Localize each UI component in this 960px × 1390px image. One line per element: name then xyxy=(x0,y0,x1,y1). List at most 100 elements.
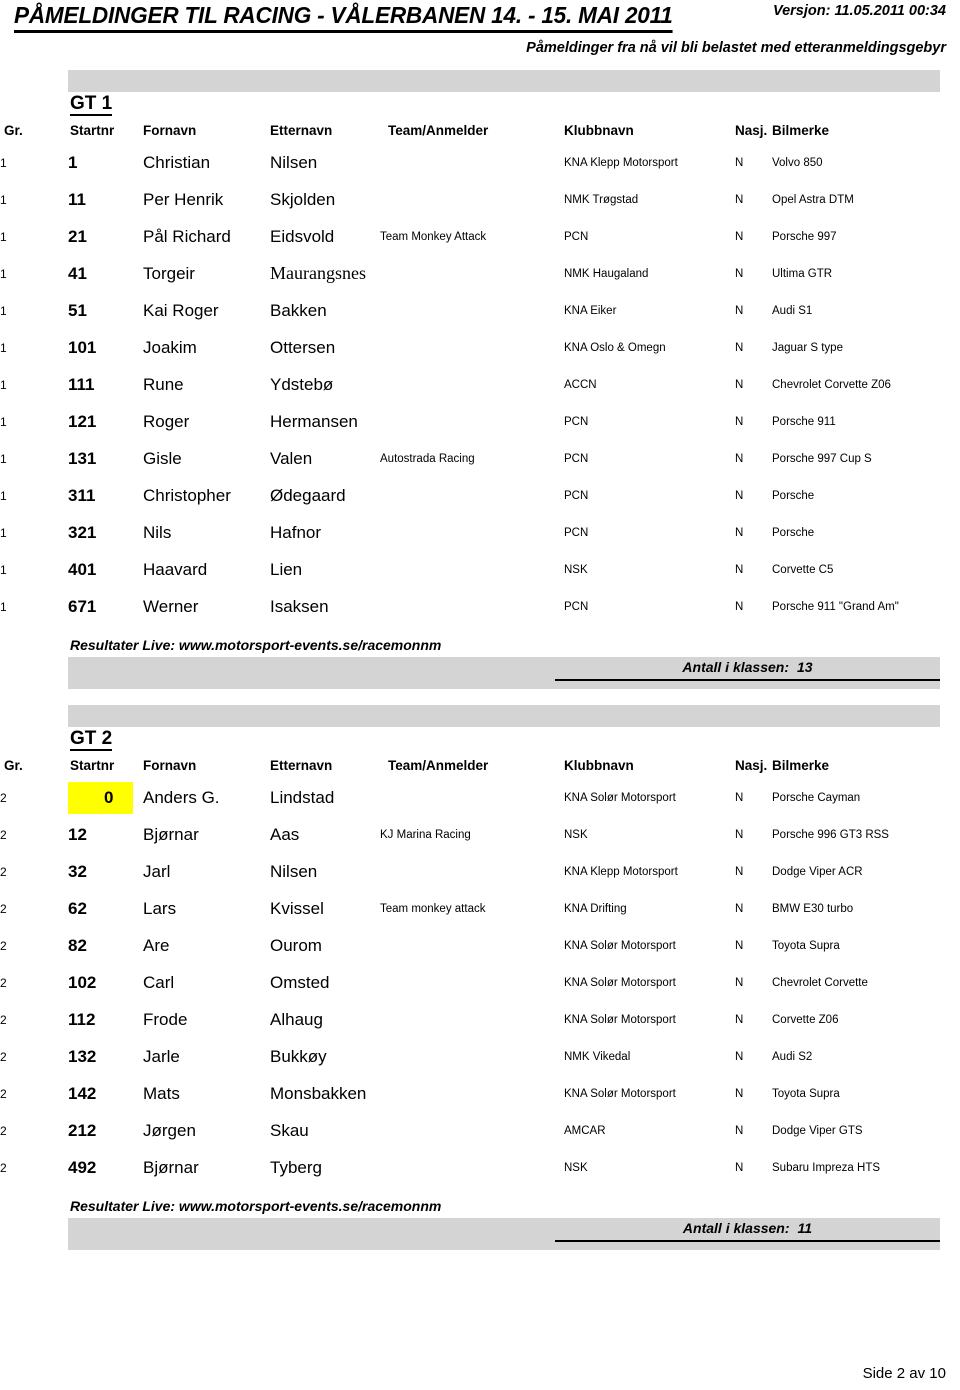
cell-etternavn: Nilsen xyxy=(270,152,318,172)
table-row: 2 212 Jørgen Skau AMCAR N Dodge Viper GTS xyxy=(0,1112,960,1149)
cell-startnr: 102 xyxy=(68,972,97,992)
table-header-row: Gr. Startnr Fornavn Etternavn Team/Anmelder K… xyxy=(0,751,960,779)
cell-klubbnavn: KNA Eiker xyxy=(564,304,617,317)
cell-etternavn: Maurangsnes xyxy=(270,263,366,283)
cell-gr: 2 xyxy=(0,1123,7,1138)
cell-startnr: 11 xyxy=(68,189,86,209)
cell-bilmerke: Porsche xyxy=(772,489,815,502)
table-row: 1 11 Per Henrik Skjolden NMK Trøgstad N Opel A… xyxy=(0,181,960,218)
cell-gr: 2 xyxy=(0,827,7,842)
class-count-value: 13 xyxy=(797,659,813,675)
cell-gr: 2 xyxy=(0,864,7,879)
table-row: 2 0 Anders G. Lindstad KNA Solør Motorsport N… xyxy=(0,779,960,816)
cell-nasj: N xyxy=(735,1124,744,1137)
cell-bilmerke: Toyota Supra xyxy=(772,1087,840,1100)
cell-gr: 2 xyxy=(0,1086,7,1101)
live-results-link[interactable]: Resultater Live: www.motorsport-events.s… xyxy=(70,637,441,653)
cell-startnr: 1 xyxy=(68,152,78,172)
cell-gr: 1 xyxy=(0,377,7,392)
column-header-startnr: Startnr xyxy=(70,757,115,773)
cell-team xyxy=(380,779,560,816)
column-header-klubbnavn: Klubbnavn xyxy=(564,757,634,773)
cell-fornavn: Mats xyxy=(143,1083,180,1103)
cell-fornavn: Pål Richard xyxy=(143,226,231,246)
cell-klubbnavn: NMK Trøgstad xyxy=(564,193,639,206)
cell-klubbnavn: ACCN xyxy=(564,378,597,391)
cell-fornavn: Bjørnar xyxy=(143,1157,199,1177)
cell-fornavn: Jørgen xyxy=(143,1120,196,1140)
cell-startnr: 112 xyxy=(68,1009,96,1029)
cell-klubbnavn: NSK xyxy=(564,563,588,576)
cell-team xyxy=(380,853,560,890)
cell-team xyxy=(380,477,560,514)
cell-nasj: N xyxy=(735,902,744,915)
cell-klubbnavn: NSK xyxy=(564,1161,588,1174)
cell-bilmerke: Audi S2 xyxy=(772,1050,813,1063)
cell-nasj: N xyxy=(735,304,744,317)
cell-etternavn: Aas xyxy=(270,824,300,844)
table-row: 1 321 Nils Hafnor PCN N Porsche xyxy=(0,514,960,551)
cell-startnr: 321 xyxy=(68,522,97,542)
cell-startnr: 142 xyxy=(68,1083,97,1103)
cell-team xyxy=(380,964,560,1001)
table-header-row: Gr. Startnr Fornavn Etternavn Team/Anmelder K… xyxy=(0,116,960,144)
column-header-fornavn: Fornavn xyxy=(143,757,197,773)
table-row: 1 121 Roger Hermansen PCN N Porsche 911 xyxy=(0,403,960,440)
cell-fornavn: Anders G. xyxy=(143,787,220,807)
cell-startnr: 111 xyxy=(68,374,95,394)
live-results-link[interactable]: Resultater Live: www.motorsport-events.s… xyxy=(70,1198,441,1214)
cell-startnr: 101 xyxy=(68,337,97,357)
table-row: 1 671 Werner Isaksen PCN N Porsche 911 "Grand … xyxy=(0,588,960,625)
cell-klubbnavn: KNA Solør Motorsport xyxy=(564,976,676,989)
class-count-label: Antall i klassen: xyxy=(682,659,789,675)
table-row: 1 401 Haavard Lien NSK N Corvette C5 xyxy=(0,551,960,588)
cell-nasj: N xyxy=(735,828,744,841)
cell-klubbnavn: PCN xyxy=(564,230,589,243)
cell-gr: 1 xyxy=(0,303,7,318)
cell-fornavn: Jarl xyxy=(143,861,171,881)
cell-nasj: N xyxy=(735,415,744,428)
cell-fornavn: Joakim xyxy=(143,337,197,357)
cell-fornavn: Are xyxy=(143,935,170,955)
cell-nasj: N xyxy=(735,600,744,613)
cell-bilmerke: Porsche Cayman xyxy=(772,791,861,804)
cell-bilmerke: Opel Astra DTM xyxy=(772,193,854,206)
cell-gr: 1 xyxy=(0,155,7,170)
cell-klubbnavn: NMK Vikedal xyxy=(564,1050,631,1063)
table-row: 1 131 Gisle Valen Autostrada Racing PCN N Porsc… xyxy=(0,440,960,477)
cell-gr: 1 xyxy=(0,229,7,244)
page-number: Side 2 av 10 xyxy=(862,1365,946,1382)
class-count-text: Antall i klassen: 11 xyxy=(555,1220,940,1236)
cell-fornavn: Torgeir xyxy=(143,263,195,283)
cell-klubbnavn: KNA Klepp Motorsport xyxy=(564,156,678,169)
cell-fornavn: Roger xyxy=(143,411,190,431)
table-row: 2 492 Bjørnar Tyberg NSK N Subaru Impreza HTS xyxy=(0,1149,960,1186)
cell-nasj: N xyxy=(735,1161,744,1174)
cell-bilmerke: Corvette Z06 xyxy=(772,1013,839,1026)
cell-etternavn: Monsbakken xyxy=(270,1083,367,1103)
cell-team xyxy=(380,181,560,218)
table-row: 2 102 Carl Omsted KNA Solør Motorsport N Chevr… xyxy=(0,964,960,1001)
cell-klubbnavn: PCN xyxy=(564,489,589,502)
column-header-team: Team/Anmelder xyxy=(388,122,489,138)
cell-fornavn: Christian xyxy=(143,152,211,172)
cell-startnr: 132 xyxy=(68,1046,97,1066)
cell-nasj: N xyxy=(735,1013,744,1026)
column-header-fornavn: Fornavn xyxy=(143,122,197,138)
table-row: 2 142 Mats Monsbakken KNA Solør Motorsport N T… xyxy=(0,1075,960,1112)
column-header-etternavn: Etternavn xyxy=(270,757,333,773)
cell-gr: 1 xyxy=(0,562,7,577)
table-row: 2 62 Lars Kvissel Team monkey attack KNA Drif… xyxy=(0,890,960,927)
cell-gr: 2 xyxy=(0,975,7,990)
cell-gr: 2 xyxy=(0,1012,7,1027)
cell-etternavn: Eidsvold xyxy=(270,226,335,246)
cell-team xyxy=(380,514,560,551)
table-row: 2 32 Jarl Nilsen KNA Klepp Motorsport N Dodge … xyxy=(0,853,960,890)
class-count-rule xyxy=(555,679,940,681)
cell-team xyxy=(380,144,560,181)
cell-nasj: N xyxy=(735,976,744,989)
cell-gr: 1 xyxy=(0,599,7,614)
cell-bilmerke: Porsche xyxy=(772,526,815,539)
cell-bilmerke: Chevrolet Corvette xyxy=(772,976,868,989)
cell-team xyxy=(380,588,560,625)
